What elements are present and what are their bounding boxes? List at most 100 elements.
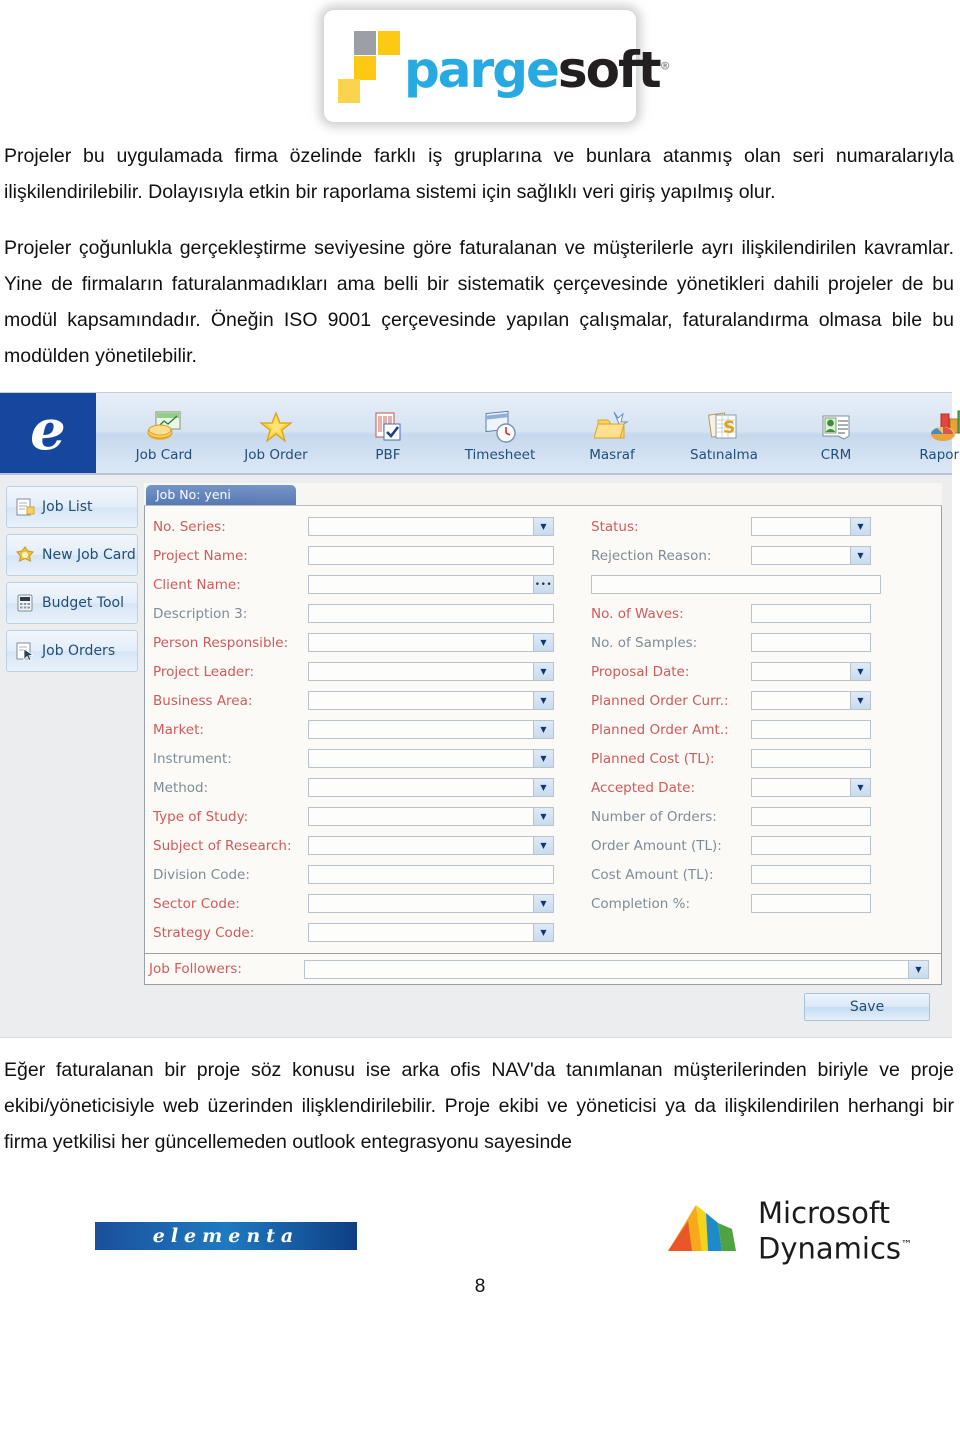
- instrument-input[interactable]: ▼: [308, 749, 554, 768]
- proposal-date-input[interactable]: ▼: [751, 662, 871, 681]
- chevron-down-icon[interactable]: ▼: [850, 518, 870, 535]
- method-input[interactable]: ▼: [308, 778, 554, 797]
- field-no-of-samples: No. of Samples:: [591, 628, 881, 657]
- field-rejection-note: [591, 570, 881, 599]
- field-label: Method:: [153, 779, 209, 796]
- toolbar-item-raporlar[interactable]: Raporlar: [894, 393, 960, 467]
- page-number: 8: [474, 1276, 486, 1297]
- dynamics-wordmark: Microsoft Dynamics™: [758, 1198, 912, 1265]
- crm-contact-icon: [818, 406, 854, 444]
- chevron-down-icon[interactable]: ▼: [533, 721, 553, 738]
- sidebar-item-new-job-card[interactable]: New Job Card: [6, 534, 138, 576]
- toolbar-item-masraf[interactable]: Masraf: [558, 393, 666, 467]
- toolbar-item-job-order[interactable]: Job Order: [222, 393, 330, 467]
- planned-cost-tl-input[interactable]: [751, 749, 871, 768]
- sidebar-item-job-list[interactable]: Job List: [6, 486, 138, 528]
- chevron-down-icon[interactable]: ▼: [533, 634, 553, 651]
- rejection-note-input[interactable]: [591, 575, 881, 594]
- division-code-input[interactable]: [308, 865, 554, 884]
- chevron-down-icon[interactable]: ▼: [533, 779, 553, 796]
- chevron-down-icon[interactable]: ▼: [533, 518, 553, 535]
- sidebar-item-budget-tool[interactable]: Budget Tool: [6, 582, 138, 624]
- field-label: Rejection Reason:: [591, 547, 712, 564]
- application-screenshot: e Job Card Job Order PBF Timesheet Masra…: [0, 392, 960, 1038]
- business-area-input[interactable]: ▼: [308, 691, 554, 710]
- field-label: Description 3:: [153, 605, 248, 622]
- field-project-name: Project Name:: [153, 541, 561, 570]
- lookup-ellipsis-icon[interactable]: •••: [533, 576, 553, 593]
- field-method: Method: ▼: [153, 773, 561, 802]
- chevron-down-icon[interactable]: ▼: [850, 663, 870, 680]
- rejection-reason-input[interactable]: ▼: [751, 546, 871, 565]
- toolbar-item-pbf[interactable]: PBF: [334, 393, 442, 467]
- planned-order-curr-input[interactable]: ▼: [751, 691, 871, 710]
- completion-pct-input[interactable]: [751, 894, 871, 913]
- order-amount-tl-input[interactable]: [751, 836, 871, 855]
- status-input[interactable]: ▼: [751, 517, 871, 536]
- job-followers-input[interactable]: ▼: [304, 959, 929, 979]
- toolbar-item-job-card[interactable]: Job Card: [110, 393, 218, 467]
- toolbar-item-crm[interactable]: CRM: [782, 393, 890, 467]
- chevron-down-icon[interactable]: ▼: [850, 779, 870, 796]
- field-no-of-waves: No. of Waves:: [591, 599, 881, 628]
- client-name-input[interactable]: •••: [308, 575, 554, 594]
- chevron-down-icon[interactable]: ▼: [850, 692, 870, 709]
- chevron-down-icon[interactable]: ▼: [908, 960, 928, 978]
- planned-order-amt-input[interactable]: [751, 720, 871, 739]
- field-planned-order-amt: Planned Order Amt.:: [591, 715, 881, 744]
- accepted-date-input[interactable]: ▼: [751, 778, 871, 797]
- no-of-samples-input[interactable]: [751, 633, 871, 652]
- field-label: Division Code:: [153, 866, 250, 883]
- svg-text:S: S: [723, 418, 735, 438]
- field-label: Instrument:: [153, 750, 232, 767]
- chevron-down-icon[interactable]: ▼: [533, 895, 553, 912]
- person-responsible-input[interactable]: ▼: [308, 633, 554, 652]
- cost-amount-tl-input[interactable]: [751, 865, 871, 884]
- app-logo-tile[interactable]: e: [0, 393, 96, 473]
- strategy-code-input[interactable]: ▼: [308, 923, 554, 942]
- job-card-icon: [146, 406, 182, 444]
- job-orders-icon: [15, 641, 35, 662]
- description-3-input[interactable]: [308, 604, 554, 623]
- sector-code-input[interactable]: ▼: [308, 894, 554, 913]
- type-of-study-input[interactable]: ▼: [308, 807, 554, 826]
- app-logo-letter: e: [30, 397, 66, 463]
- market-input[interactable]: ▼: [308, 720, 554, 739]
- chevron-down-icon[interactable]: ▼: [850, 547, 870, 564]
- field-label: Number of Orders:: [591, 808, 717, 825]
- dynamics-swoosh-icon: [662, 1199, 748, 1264]
- page-footer: elementa Microsoft Dynamics™ 8: [0, 1184, 960, 1314]
- no-of-waves-input[interactable]: [751, 604, 871, 623]
- project-leader-input[interactable]: ▼: [308, 662, 554, 681]
- chevron-down-icon[interactable]: ▼: [533, 924, 553, 941]
- toolbar-item-timesheet[interactable]: Timesheet: [446, 393, 554, 467]
- field-type-of-study: Type of Study: ▼: [153, 802, 561, 831]
- chevron-down-icon[interactable]: ▼: [533, 692, 553, 709]
- chevron-down-icon[interactable]: ▼: [533, 663, 553, 680]
- field-accepted-date: Accepted Date: ▼: [591, 773, 881, 802]
- save-button[interactable]: Save: [804, 993, 930, 1021]
- chevron-down-icon[interactable]: ▼: [533, 837, 553, 854]
- project-name-input[interactable]: [308, 546, 554, 565]
- field-label: No. Series:: [153, 518, 226, 535]
- sidebar-item-job-orders[interactable]: Job Orders: [6, 630, 138, 672]
- toolbar-label: Raporlar: [919, 447, 960, 463]
- number-of-orders-input[interactable]: [751, 807, 871, 826]
- subject-of-research-input[interactable]: ▼: [308, 836, 554, 855]
- field-planned-order-curr: Planned Order Curr.: ▼: [591, 686, 881, 715]
- field-proposal-date: Proposal Date: ▼: [591, 657, 881, 686]
- no-series-input[interactable]: ▼: [308, 517, 554, 536]
- field-label: Order Amount (TL):: [591, 837, 722, 854]
- field-rejection-reason: Rejection Reason: ▼: [591, 541, 881, 570]
- panel-tab-job-no[interactable]: Job No: yeni: [146, 485, 296, 505]
- sidebar-item-label: New Job Card: [42, 547, 136, 563]
- followers-section: Job Followers: ▼: [144, 954, 942, 985]
- field-label: Cost Amount (TL):: [591, 866, 714, 883]
- toolbar-item-satinalma[interactable]: S Satınalma: [670, 393, 778, 467]
- app-sidebar: Job List New Job Card Budget Tool Job Or…: [6, 483, 138, 672]
- chevron-down-icon[interactable]: ▼: [533, 750, 553, 767]
- field-number-of-orders: Number of Orders:: [591, 802, 881, 831]
- expense-folder-icon: [594, 406, 630, 444]
- field-label: Market:: [153, 721, 204, 738]
- chevron-down-icon[interactable]: ▼: [533, 808, 553, 825]
